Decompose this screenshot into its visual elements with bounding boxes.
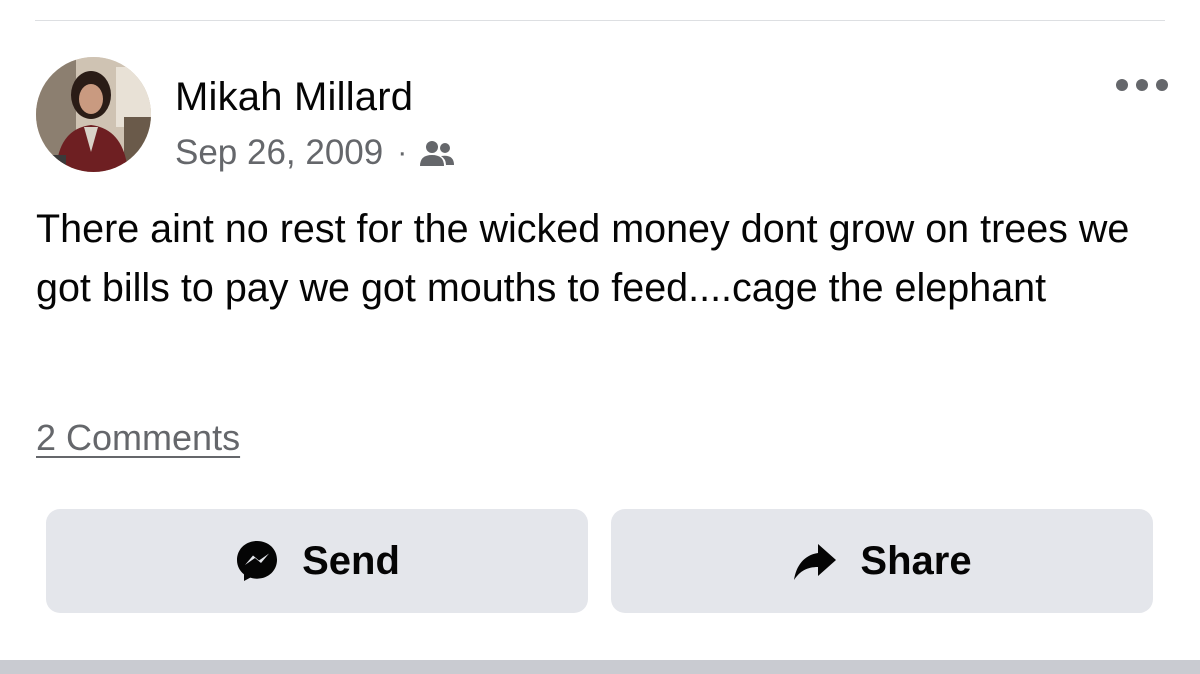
- comments-link[interactable]: 2 Comments: [36, 417, 240, 459]
- post-date[interactable]: Sep 26, 2009: [175, 133, 383, 173]
- meta-separator: ·: [397, 136, 408, 169]
- share-button[interactable]: Share: [611, 509, 1153, 613]
- post-text: There aint no rest for the wicked money …: [36, 207, 1130, 310]
- send-label: Send: [302, 538, 400, 583]
- share-arrow-icon: [792, 538, 838, 584]
- friends-icon[interactable]: [419, 138, 455, 168]
- bottom-separator: [0, 660, 1200, 674]
- author-name[interactable]: Mikah Millard: [175, 75, 413, 120]
- send-button[interactable]: Send: [46, 509, 588, 613]
- post-meta: Sep 26, 2009 ·: [175, 133, 455, 173]
- more-options-icon[interactable]: [1116, 70, 1168, 100]
- share-label: Share: [860, 538, 972, 583]
- top-divider: [35, 20, 1165, 21]
- post-card: Mikah Millard Sep 26, 2009 · There aint …: [0, 0, 1200, 674]
- messenger-icon: [234, 538, 280, 584]
- avatar[interactable]: [36, 57, 151, 172]
